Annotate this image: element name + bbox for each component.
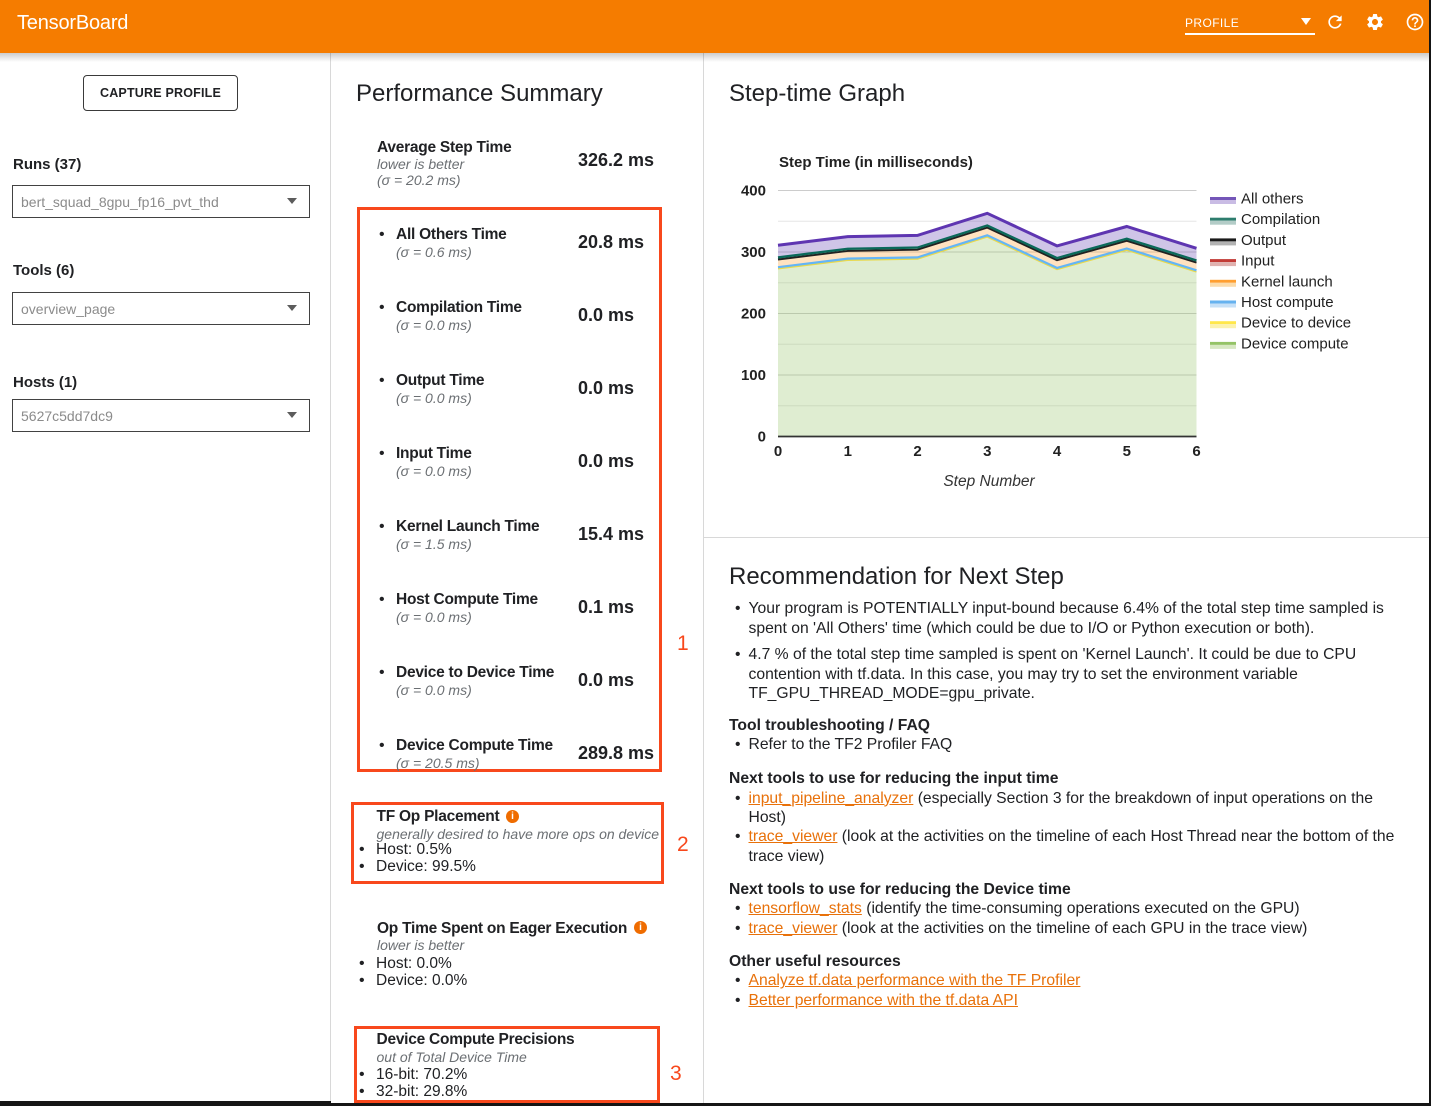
svg-text:200: 200 bbox=[741, 306, 766, 323]
svg-text:Input: Input bbox=[1241, 253, 1275, 270]
svg-text:Device compute: Device compute bbox=[1241, 335, 1349, 352]
svg-text:4: 4 bbox=[1053, 443, 1062, 460]
svg-text:6: 6 bbox=[1192, 443, 1200, 460]
svg-text:5: 5 bbox=[1123, 443, 1131, 460]
svg-text:0: 0 bbox=[758, 429, 766, 446]
svg-text:Device to device: Device to device bbox=[1241, 315, 1351, 332]
svg-text:Host compute: Host compute bbox=[1241, 294, 1334, 311]
svg-text:Step Time (in milliseconds): Step Time (in milliseconds) bbox=[779, 154, 973, 171]
svg-text:Compilation: Compilation bbox=[1241, 211, 1320, 228]
svg-text:100: 100 bbox=[741, 367, 766, 384]
svg-text:Output: Output bbox=[1241, 232, 1287, 249]
svg-text:300: 300 bbox=[741, 244, 766, 261]
svg-text:1: 1 bbox=[844, 443, 852, 460]
svg-text:3: 3 bbox=[983, 443, 991, 460]
svg-text:All others: All others bbox=[1241, 191, 1304, 208]
svg-text:Step Number: Step Number bbox=[943, 473, 1035, 490]
svg-text:400: 400 bbox=[741, 183, 766, 200]
svg-text:0: 0 bbox=[774, 443, 782, 460]
svg-text:Kernel launch: Kernel launch bbox=[1241, 273, 1333, 290]
svg-text:2: 2 bbox=[913, 443, 921, 460]
